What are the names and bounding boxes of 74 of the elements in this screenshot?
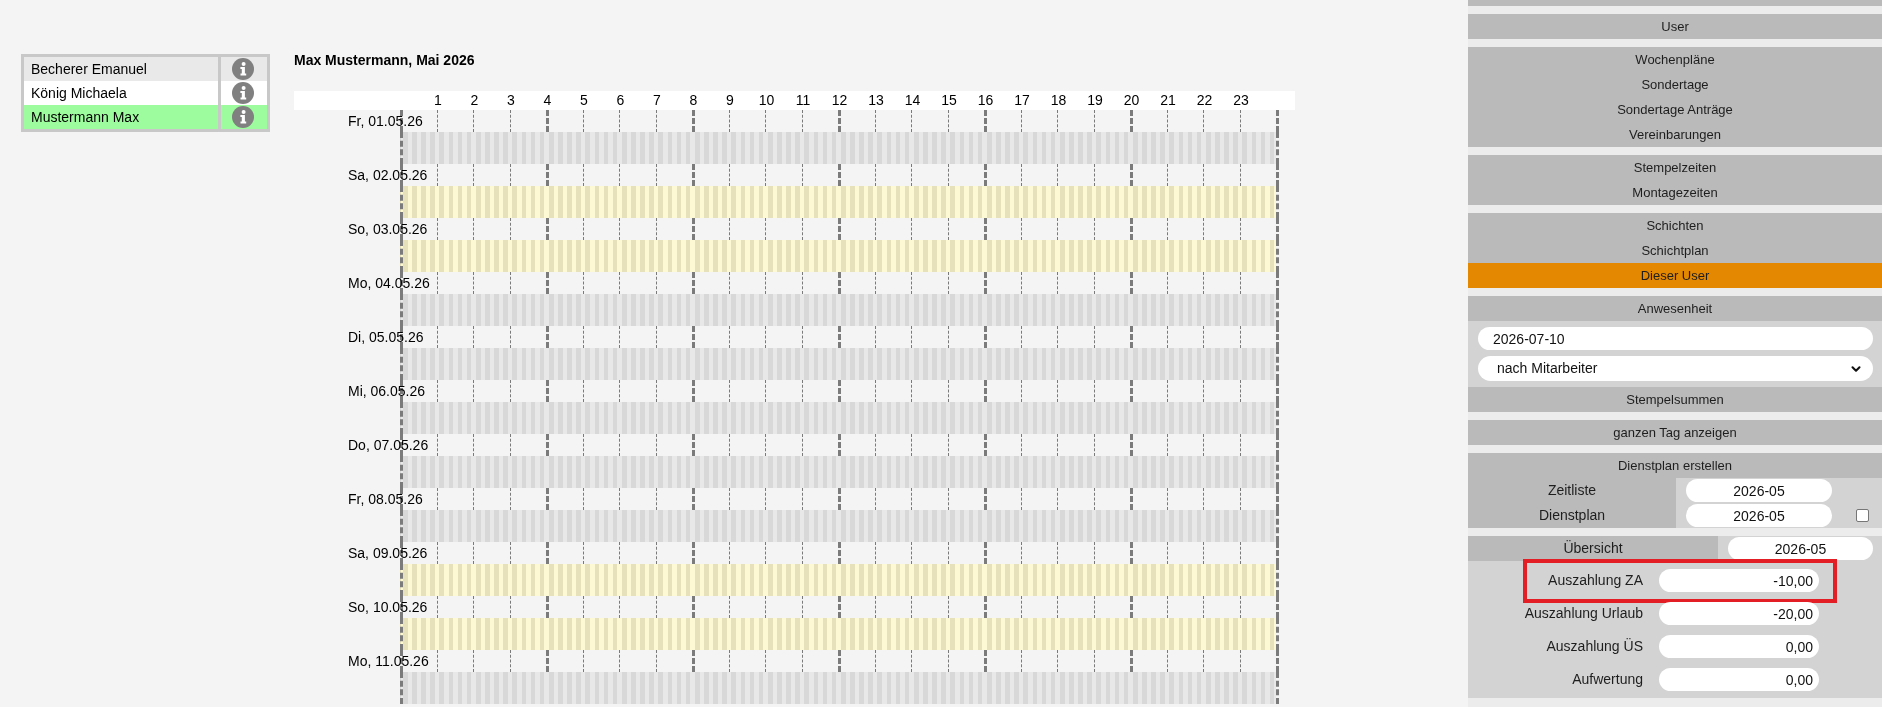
hour-label: 9 (725, 91, 735, 110)
payout-label: Aufwertung (1572, 670, 1643, 689)
menu-item[interactable]: Montagezeiten (1468, 180, 1882, 205)
hour-label: 11 (794, 91, 812, 110)
hour-label: 18 (1049, 91, 1068, 110)
employee-name: Becherer Emanuel (31, 59, 147, 79)
hour-label: 7 (652, 91, 662, 110)
hour-label: 17 (1013, 91, 1031, 110)
field-label: Dienstplan (1468, 503, 1676, 528)
date-field[interactable]: 2026-07-10 (1478, 327, 1873, 350)
amount-field[interactable]: -20,00 (1659, 602, 1819, 625)
field-label: Zeitliste (1468, 478, 1676, 503)
menu-item[interactable]: Stempelzeiten (1468, 155, 1882, 180)
month-field[interactable]: 2026-05 (1728, 537, 1873, 560)
menu-item[interactable]: Sondertage (1468, 72, 1882, 97)
menu-item[interactable]: Schichten (1468, 213, 1882, 238)
field-label: Übersicht (1468, 536, 1718, 561)
hour-label: 21 (1159, 91, 1177, 110)
menu-item[interactable]: User (1468, 14, 1882, 39)
employee-row[interactable]: Becherer Emanuel (24, 57, 267, 81)
hour-label: 8 (688, 91, 699, 110)
payout-label: Auszahlung Urlaub (1524, 604, 1643, 623)
day-label: Mo, 04.05.26 (348, 274, 430, 292)
menu-item[interactable]: Dieser User (1468, 263, 1882, 288)
day-label: Do, 07.05.26 (348, 436, 429, 454)
hour-label: 2 (469, 91, 480, 110)
day-label: Di, 05.05.26 (348, 328, 424, 346)
month-field[interactable]: 2026-05 (1686, 504, 1832, 527)
employee-name: König Michaela (31, 83, 127, 103)
hour-label: 14 (903, 91, 922, 110)
day-label: Fr, 01.05.26 (348, 112, 423, 130)
hour-label: 23 (1232, 91, 1250, 110)
hour-label: 1 (433, 91, 443, 110)
checkbox[interactable] (1856, 509, 1869, 522)
amount-field[interactable]: 0,00 (1659, 668, 1819, 691)
hour-label: 22 (1195, 91, 1214, 110)
amount-field[interactable]: 0,00 (1659, 635, 1819, 658)
day-label: Fr, 08.05.26 (348, 490, 423, 508)
hour-label: 5 (579, 91, 589, 110)
info-icon[interactable] (231, 106, 254, 128)
day-label: Sa, 02.05.26 (348, 166, 428, 184)
employee-row[interactable]: Mustermann Max (24, 105, 267, 129)
menu-item[interactable]: Stempelsummen (1468, 387, 1882, 412)
hour-label: 6 (615, 91, 626, 110)
menu-item[interactable]: ganzen Tag anzeigen (1468, 420, 1882, 445)
hour-label: 19 (1086, 91, 1104, 110)
schedule-title: Max Mustermann, Mai 2026 (294, 52, 476, 68)
day-label: So, 10.05.26 (348, 598, 428, 616)
menu-item[interactable]: Wochenpläne (1468, 47, 1882, 72)
hour-label: 20 (1122, 91, 1141, 110)
hour-label: 16 (976, 91, 995, 110)
hour-label: 3 (506, 91, 516, 110)
payout-label: Auszahlung ZA (1548, 571, 1643, 590)
month-field[interactable]: 2026-05 (1686, 479, 1832, 502)
payout-label: Auszahlung ÜS (1546, 637, 1643, 656)
hour-label: 10 (757, 91, 776, 110)
day-label: Mo, 11.05.26 (348, 652, 429, 670)
menu-item[interactable]: Schichtplan (1468, 238, 1882, 263)
day-label: Sa, 09.05.26 (348, 544, 428, 562)
menu-item[interactable]: Dienstplan erstellen (1468, 453, 1882, 478)
day-label: Mi, 06.05.26 (348, 382, 426, 400)
info-icon[interactable] (231, 82, 254, 104)
hour-label: 4 (542, 91, 553, 110)
hour-label: 12 (830, 91, 849, 110)
employee-name: Mustermann Max (31, 107, 140, 127)
amount-field[interactable]: -10,00 (1659, 569, 1819, 592)
mode-select[interactable]: nach Mitarbeiter (1478, 356, 1873, 381)
hour-label: 15 (940, 91, 958, 110)
info-icon[interactable] (231, 58, 254, 80)
day-label: So, 03.05.26 (348, 220, 428, 238)
menu-item[interactable]: Anwesenheit (1468, 296, 1882, 321)
menu-item[interactable]: Vereinbarungen (1468, 122, 1882, 147)
menu-item[interactable]: Sondertage Anträge (1468, 97, 1882, 122)
hour-label: 13 (867, 91, 885, 110)
